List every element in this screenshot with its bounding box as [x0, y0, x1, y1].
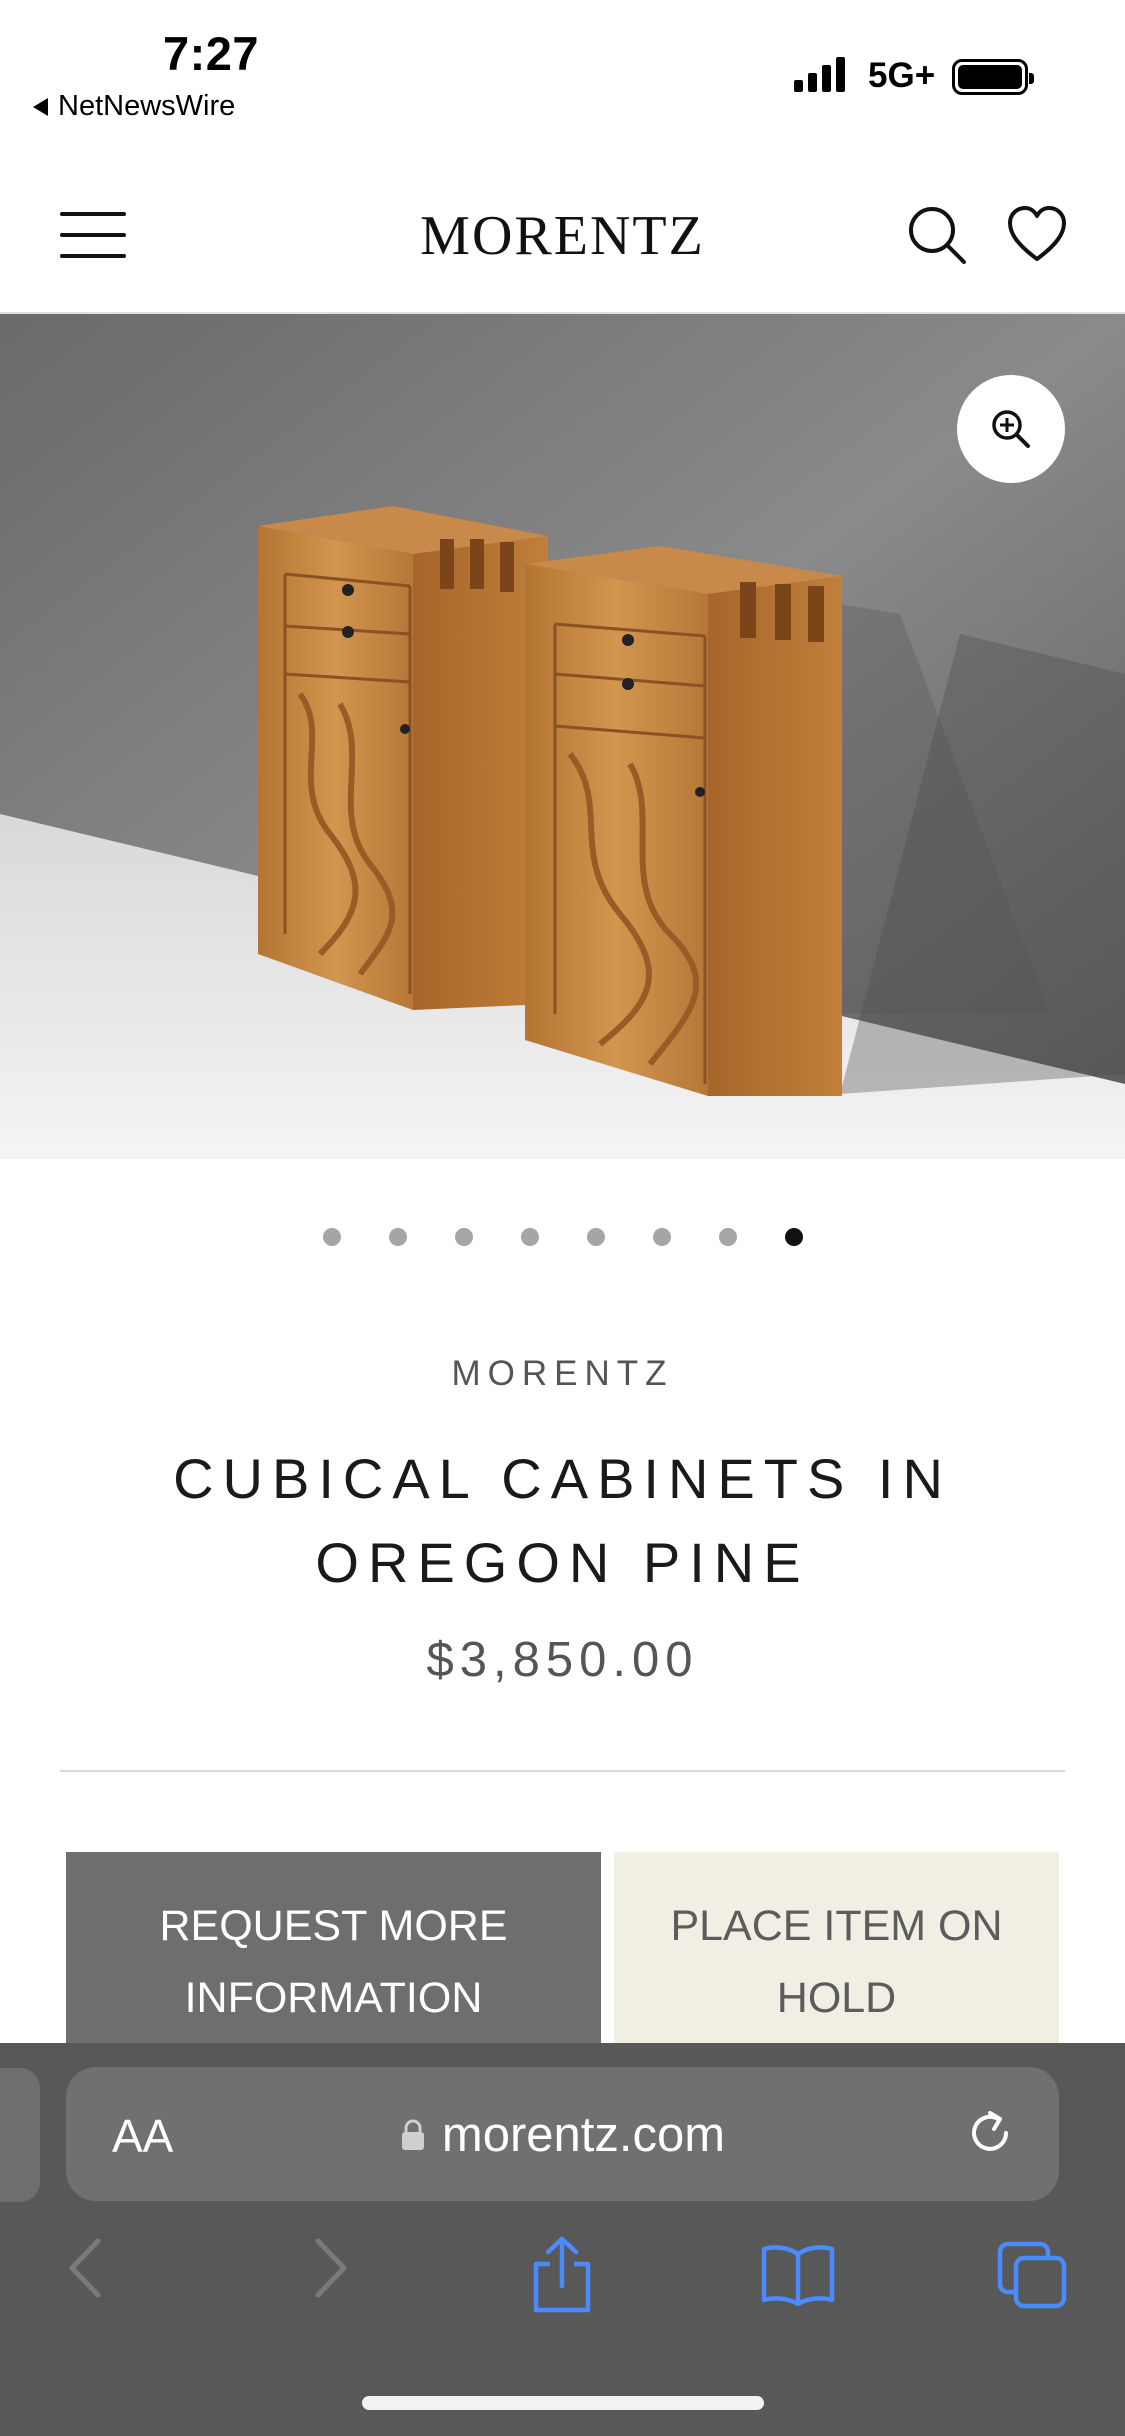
request-info-label: INFORMATION: [184, 1974, 483, 2022]
pagination-dot[interactable]: [322, 1228, 341, 1246]
product-price: $3,850.00: [426, 1633, 699, 1687]
heart-icon[interactable]: [1006, 204, 1068, 266]
tabs-icon[interactable]: [996, 2240, 1068, 2310]
place-on-hold-label: PLACE ITEM ON: [670, 1902, 1003, 1950]
pagination-dot[interactable]: [454, 1228, 473, 1246]
image-pagination: [0, 1228, 1125, 1246]
product-brand[interactable]: MORENTZ: [0, 1354, 1125, 1394]
pagination-dot[interactable]: [586, 1228, 605, 1246]
site-header: MORENTZ: [0, 160, 1125, 314]
divider: [60, 1770, 1065, 1772]
back-to-app-link[interactable]: NetNewsWire: [33, 90, 235, 123]
signal-strength-icon: [794, 56, 845, 92]
forward-icon[interactable]: [308, 2235, 352, 2301]
place-on-hold-button[interactable]: PLACE ITEM ON HOLD: [614, 1852, 1059, 2052]
back-arrow-icon: [33, 97, 48, 116]
status-time: 7:27: [163, 27, 260, 80]
status-bar: 7:27 NetNewsWire 5G+: [0, 0, 1125, 160]
search-icon[interactable]: [906, 204, 968, 266]
zoom-button[interactable]: [957, 375, 1065, 483]
reload-icon[interactable]: [962, 2105, 1018, 2161]
request-info-button[interactable]: REQUEST MORE INFORMATION: [66, 1852, 601, 2052]
share-icon[interactable]: [530, 2236, 594, 2314]
pagination-dot[interactable]: [520, 1228, 539, 1246]
url-text: morentz.com: [441, 2108, 726, 2162]
back-icon[interactable]: [64, 2235, 108, 2301]
product-title-line: OREGON PINE: [315, 1531, 810, 1594]
previous-tab-card[interactable]: [0, 2068, 40, 2202]
pagination-dot-active[interactable]: [784, 1228, 803, 1246]
lock-icon: [401, 2119, 424, 2150]
pagination-dot[interactable]: [718, 1228, 737, 1246]
product-image[interactable]: [0, 314, 1125, 1159]
pagination-dot[interactable]: [652, 1228, 671, 1246]
product-title-line: CUBICAL CABINETS IN: [173, 1447, 952, 1510]
back-app-label: NetNewsWire: [58, 90, 236, 122]
bookmarks-icon[interactable]: [760, 2242, 836, 2306]
address-bar[interactable]: AA morentz.com: [66, 2067, 1059, 2201]
place-on-hold-label: HOLD: [776, 1974, 897, 2022]
pagination-dot[interactable]: [388, 1228, 407, 1246]
zoom-in-icon: [992, 410, 1030, 448]
network-type: 5G+: [868, 56, 936, 95]
battery-icon: [952, 59, 1034, 95]
request-info-label: REQUEST MORE: [159, 1902, 508, 1950]
home-indicator: [362, 2396, 764, 2410]
product-title: CUBICAL CABINETS IN OREGON PINE: [100, 1437, 1025, 1605]
